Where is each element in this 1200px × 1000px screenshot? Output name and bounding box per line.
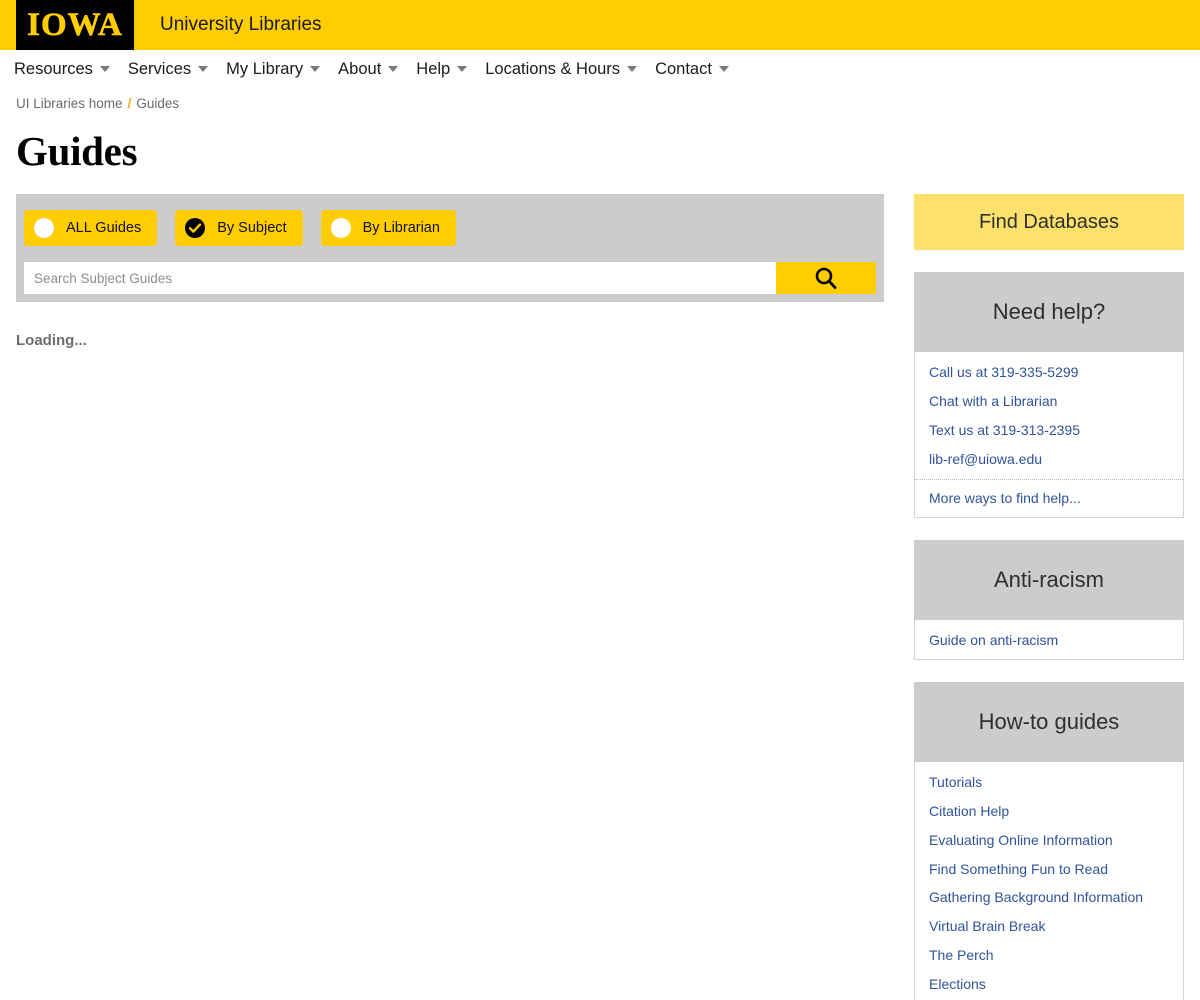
search-icon — [815, 267, 837, 290]
chevron-down-icon — [718, 66, 729, 72]
breadcrumb-separator: / — [127, 96, 132, 111]
breadcrumb-current: Guides — [136, 96, 180, 111]
panel-title: Need help? — [914, 272, 1184, 353]
nav-item-locations-hours[interactable]: Locations & Hours — [485, 59, 638, 79]
toggle-by-librarian[interactable]: By Librarian — [320, 210, 456, 246]
panel-links: Tutorials Citation Help Evaluating Onlin… — [914, 761, 1184, 1000]
chevron-down-icon — [99, 66, 110, 72]
nav-item-contact[interactable]: Contact — [655, 60, 729, 79]
breadcrumb-home-link[interactable]: UI Libraries home — [16, 96, 123, 111]
chevron-down-icon — [198, 66, 209, 72]
link-citation-help[interactable]: Citation Help — [915, 797, 1183, 826]
link-elections[interactable]: Elections — [915, 970, 1183, 999]
toggle-all-guides[interactable]: ALL Guides — [24, 210, 158, 246]
link-text-us[interactable]: Text us at 319-313-2395 — [915, 416, 1183, 445]
panel-links: Guide on anti-racism — [914, 619, 1184, 660]
link-gathering-background-information[interactable]: Gathering Background Information — [915, 883, 1183, 912]
nav-label: Services — [127, 59, 192, 78]
link-more-ways-to-find-help[interactable]: More ways to find help... — [915, 478, 1183, 513]
nav-label: About — [338, 59, 382, 78]
panel-find-databases: Find Databases — [914, 194, 1184, 250]
iowa-wordmark-logo[interactable]: IOWA — [16, 0, 134, 50]
toggle-by-subject[interactable]: By Subject — [175, 210, 303, 246]
link-tutorials[interactable]: Tutorials — [915, 768, 1183, 797]
nav-item-my-library[interactable]: My Library — [226, 59, 321, 79]
panel-how-to-guides: How-to guides Tutorials Citation Help Ev… — [914, 681, 1184, 1000]
nav-label: Help — [416, 59, 451, 78]
nav-item-about[interactable]: About — [338, 59, 399, 79]
nav-label: My Library — [226, 59, 304, 78]
link-find-something-fun-to-read[interactable]: Find Something Fun to Read — [915, 855, 1183, 884]
panel-links: Call us at 319-335-5299 Chat with a Libr… — [914, 352, 1184, 518]
link-email-lib-ref[interactable]: lib-ref@uiowa.edu — [915, 445, 1183, 474]
toggle-label: ALL Guides — [66, 220, 142, 236]
sidebar: Find Databases Need help? Call us at 319… — [914, 194, 1184, 1000]
nav-item-help[interactable]: Help — [416, 59, 468, 79]
link-evaluating-online-information[interactable]: Evaluating Online Information — [915, 826, 1183, 855]
nav-item-resources[interactable]: Resources — [14, 60, 110, 79]
link-the-perch[interactable]: The Perch — [915, 941, 1183, 970]
guide-filter-toggles: ALL Guides By Subject By Librarian — [16, 210, 884, 262]
link-chat-with-librarian[interactable]: Chat with a Librarian — [915, 387, 1183, 416]
chevron-down-icon — [388, 66, 399, 72]
link-virtual-brain-break[interactable]: Virtual Brain Break — [915, 912, 1183, 941]
breadcrumb: UI Libraries home / Guides — [16, 88, 1184, 111]
toggle-label: By Subject — [217, 220, 287, 236]
panel-anti-racism: Anti-racism Guide on anti-racism — [914, 539, 1184, 660]
site-tagline: University Libraries — [160, 14, 322, 35]
chevron-down-icon — [310, 66, 321, 72]
panel-need-help: Need help? Call us at 319-335-5299 Chat … — [914, 272, 1184, 518]
radio-indicator-checked-icon — [185, 218, 206, 238]
loading-status: Loading... — [16, 332, 87, 349]
search-button[interactable] — [776, 262, 876, 294]
main-navigation: Resources Services My Library About Help… — [0, 50, 1200, 88]
content-columns: ALL Guides By Subject By Librarian Searc… — [16, 194, 1184, 1000]
chevron-down-icon — [457, 66, 468, 72]
nav-label: Resources — [14, 59, 93, 78]
page-content: UI Libraries home / Guides Guides ALL Guid… — [0, 88, 1200, 1000]
radio-indicator-icon — [330, 218, 351, 238]
link-guide-on-anti-racism[interactable]: Guide on anti-racism — [915, 626, 1183, 655]
chevron-down-icon — [627, 66, 638, 72]
main-column: ALL Guides By Subject By Librarian Searc… — [16, 194, 884, 349]
nav-label: Locations & Hours — [485, 59, 621, 78]
panel-title: Anti-racism — [914, 539, 1184, 620]
toggle-label: By Librarian — [362, 220, 440, 236]
logo-text: IOWA — [27, 6, 123, 43]
nav-label: Contact — [655, 59, 712, 78]
page-title: Guides — [16, 128, 138, 174]
guide-search-row — [16, 262, 884, 302]
site-header: IOWA University Libraries — [0, 0, 1200, 50]
panel-title: How-to guides — [914, 681, 1184, 762]
panel-title[interactable]: Find Databases — [914, 194, 1184, 250]
nav-item-services[interactable]: Services — [127, 59, 209, 79]
guide-search-box: ALL Guides By Subject By Librarian Searc… — [16, 194, 884, 302]
link-call-us[interactable]: Call us at 319-335-5299 — [915, 358, 1183, 387]
search-input[interactable] — [24, 262, 776, 294]
radio-indicator-icon — [34, 218, 54, 238]
